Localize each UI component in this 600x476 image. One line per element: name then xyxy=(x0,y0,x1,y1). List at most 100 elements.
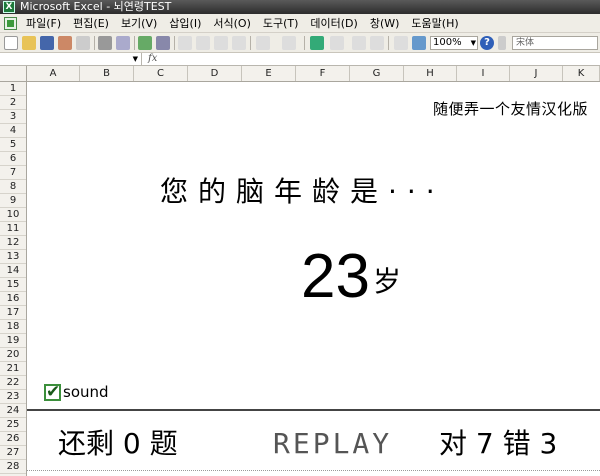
sort-descending-icon[interactable] xyxy=(370,36,384,50)
row-header-cell[interactable]: 19 xyxy=(0,334,26,348)
column-header-cell[interactable]: B xyxy=(80,66,134,81)
column-header-cell[interactable]: I xyxy=(457,66,510,81)
email-icon[interactable] xyxy=(76,36,90,50)
zoom-dropdown[interactable]: 100% ▼ xyxy=(430,36,478,50)
row-header-cell[interactable]: 1 xyxy=(0,82,26,96)
sound-checkbox[interactable] xyxy=(44,382,61,402)
divider-line xyxy=(27,409,600,411)
toolbar-separator xyxy=(134,36,135,50)
toolbar-separator xyxy=(304,36,305,50)
column-header-cell[interactable]: H xyxy=(404,66,457,81)
title-bar: X Microsoft Excel - 뇌연령TEST xyxy=(0,0,600,14)
menu-bar: 파일(F) 편집(E) 보기(V) 삽입(I) 서식(O) 도구(T) 데이터(D) 창(W)… xyxy=(0,14,600,33)
column-header-cell[interactable]: C xyxy=(134,66,188,81)
new-file-icon[interactable] xyxy=(4,36,18,50)
sound-toggle[interactable]: sound xyxy=(44,382,109,402)
paste-icon[interactable] xyxy=(214,36,228,50)
toolbar-separator xyxy=(174,36,175,50)
font-name-dropdown[interactable]: 宋体 xyxy=(512,36,598,50)
insert-function-icon[interactable]: fx xyxy=(148,53,157,65)
drawing-icon[interactable] xyxy=(412,36,426,50)
hyperlink-icon[interactable] xyxy=(310,36,324,50)
copy-icon[interactable] xyxy=(196,36,210,50)
row-header-cell[interactable]: 13 xyxy=(0,250,26,264)
score-display: 对 7 错 3 xyxy=(439,427,558,460)
toolbar-separator xyxy=(250,36,251,50)
help-icon[interactable]: ? xyxy=(480,36,494,50)
sound-label: sound xyxy=(63,383,109,401)
menu-items: 파일(F) 편집(E) 보기(V) 삽입(I) 서식(O) 도구(T) 데이터(D) 창(W)… xyxy=(26,17,471,30)
row-header-cell[interactable]: 24 xyxy=(0,404,26,418)
row-header-cell[interactable]: 12 xyxy=(0,236,26,250)
brain-age-question: 您的脑年龄是··· xyxy=(160,175,445,208)
row-header-cell[interactable]: 17 xyxy=(0,306,26,320)
column-header-cell[interactable]: E xyxy=(242,66,296,81)
toolbar-separator xyxy=(388,36,389,50)
column-header-cell[interactable]: A xyxy=(27,66,80,81)
workbook-icon[interactable] xyxy=(4,17,17,30)
chart-wizard-icon[interactable] xyxy=(394,36,408,50)
redo-icon[interactable] xyxy=(282,36,296,50)
menu-item[interactable]: 도움말(H) xyxy=(411,17,458,30)
row-header-cell[interactable]: 11 xyxy=(0,222,26,236)
open-folder-icon[interactable] xyxy=(22,36,36,50)
excel-app-icon: X xyxy=(3,1,15,13)
menu-item[interactable]: 보기(V) xyxy=(121,17,157,30)
chevron-down-icon: ▼ xyxy=(132,55,138,63)
row-header: 1 2 3 4 5 6 7 8 9 10 11 12 13 14 15 16 17 18 19 20 21 22 23 24 2… xyxy=(0,82,27,476)
column-header: ABCDEFGHIJK xyxy=(0,66,600,82)
row-header-cell[interactable]: 23 xyxy=(0,390,26,404)
column-header-cell[interactable]: J xyxy=(510,66,563,81)
select-all-corner[interactable] xyxy=(0,66,27,81)
remaining-questions: 还剩 0 题 xyxy=(58,427,178,460)
row-header-cell[interactable]: 7 xyxy=(0,166,26,180)
menu-item[interactable]: 서식(O) xyxy=(213,17,250,30)
menu-item[interactable]: 창(W) xyxy=(370,17,400,30)
cut-icon[interactable] xyxy=(178,36,192,50)
column-header-cell[interactable]: G xyxy=(350,66,404,81)
research-icon[interactable] xyxy=(156,36,170,50)
row-header-cell[interactable]: 26 xyxy=(0,432,26,446)
print-icon[interactable] xyxy=(98,36,112,50)
autosum-icon[interactable] xyxy=(330,36,344,50)
sort-ascending-icon[interactable] xyxy=(352,36,366,50)
menu-item[interactable]: 데이터(D) xyxy=(310,17,357,30)
row-header-cell[interactable]: 25 xyxy=(0,418,26,432)
row-header-cell[interactable]: 10 xyxy=(0,208,26,222)
row-header-cell[interactable]: 6 xyxy=(0,152,26,166)
format-painter-icon[interactable] xyxy=(232,36,246,50)
row-header-cell[interactable]: 14 xyxy=(0,264,26,278)
replay-button[interactable]: REPLAY xyxy=(273,427,392,461)
save-icon[interactable] xyxy=(40,36,54,50)
row-header-cell[interactable]: 8 xyxy=(0,180,26,194)
row-header-cell[interactable]: 3 xyxy=(0,110,26,124)
row-header-cell[interactable]: 21 xyxy=(0,362,26,376)
toolbar-options-icon[interactable] xyxy=(498,36,506,50)
row-header-cell[interactable]: 2 xyxy=(0,96,26,110)
spelling-icon[interactable] xyxy=(138,36,152,50)
menu-item[interactable]: 도구(T) xyxy=(263,17,299,30)
row-header-cell[interactable]: 20 xyxy=(0,348,26,362)
column-header-cell[interactable]: K xyxy=(563,66,600,81)
dotted-border xyxy=(27,470,600,471)
menu-item[interactable]: 파일(F) xyxy=(26,17,61,30)
worksheet[interactable]: 随便弄一个友情汉化版 您的脑年龄是··· 23 岁 sound 还剩 0 题 R… xyxy=(27,82,600,476)
column-header-cell[interactable]: F xyxy=(296,66,350,81)
row-header-cell[interactable]: 4 xyxy=(0,124,26,138)
print-preview-icon[interactable] xyxy=(116,36,130,50)
row-header-cell[interactable]: 9 xyxy=(0,194,26,208)
column-header-cell[interactable]: D xyxy=(188,66,242,81)
menu-item[interactable]: 삽입(I) xyxy=(169,17,201,30)
row-header-cell[interactable]: 15 xyxy=(0,278,26,292)
row-header-cell[interactable]: 28 xyxy=(0,460,26,474)
name-box[interactable]: ▼ xyxy=(0,53,142,65)
row-header-cell[interactable]: 5 xyxy=(0,138,26,152)
menu-item[interactable]: 편집(E) xyxy=(73,17,109,30)
undo-icon[interactable] xyxy=(256,36,270,50)
permission-icon[interactable] xyxy=(58,36,72,50)
row-header-cell[interactable]: 22 xyxy=(0,376,26,390)
row-header-cell[interactable]: 16 xyxy=(0,292,26,306)
row-header-cell[interactable]: 18 xyxy=(0,320,26,334)
window-title: Microsoft Excel - 뇌연령TEST xyxy=(20,0,172,13)
row-header-cell[interactable]: 27 xyxy=(0,446,26,460)
